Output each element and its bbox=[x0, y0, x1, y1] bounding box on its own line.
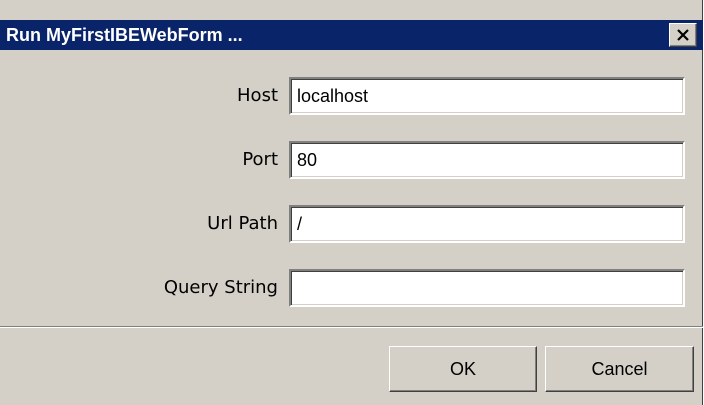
close-icon bbox=[677, 29, 689, 41]
cancel-button[interactable]: Cancel bbox=[545, 346, 694, 392]
url-path-input[interactable]: / bbox=[289, 205, 685, 243]
port-label: Port bbox=[242, 149, 278, 170]
ok-button[interactable]: OK bbox=[389, 346, 537, 392]
page: Run MyFirstIBEWebForm ... Host localhost… bbox=[0, 0, 704, 405]
host-label: Host bbox=[237, 85, 278, 106]
run-dialog: Run MyFirstIBEWebForm ... Host localhost… bbox=[0, 0, 703, 405]
close-button[interactable] bbox=[669, 23, 697, 47]
host-input[interactable]: localhost bbox=[289, 77, 685, 115]
separator bbox=[0, 326, 703, 328]
window-title: Run MyFirstIBEWebForm ... bbox=[6, 25, 243, 45]
url-path-label: Url Path bbox=[207, 213, 278, 234]
query-string-label: Query String bbox=[163, 277, 278, 298]
title-bar[interactable]: Run MyFirstIBEWebForm ... bbox=[0, 20, 703, 50]
port-input[interactable]: 80 bbox=[289, 141, 685, 179]
query-string-input[interactable] bbox=[289, 269, 685, 307]
